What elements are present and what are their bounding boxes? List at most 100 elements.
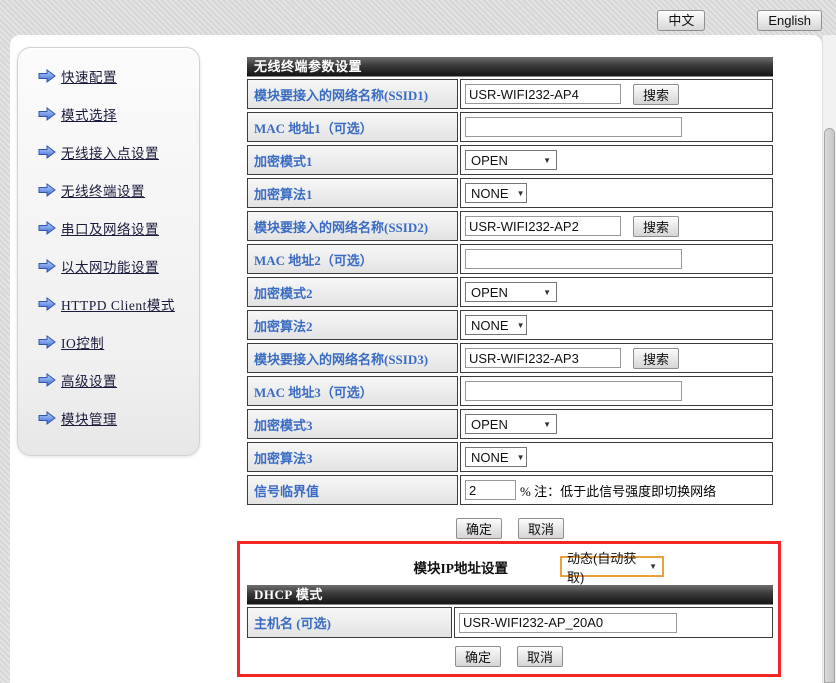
chevron-down-icon: ▼ <box>517 453 525 462</box>
encryption-algorithm-select[interactable]: NONE ▼ <box>465 183 527 203</box>
sidebar-item-link[interactable]: 无线终端设置 <box>61 180 145 200</box>
sidebar-item: 无线终端设置 <box>38 179 199 201</box>
row-label: 加密算法1 <box>247 178 458 208</box>
chinese-language-button[interactable]: 中文 <box>657 10 705 31</box>
nav-arrow-icon <box>38 221 56 235</box>
vertical-scrollbar[interactable] <box>822 35 836 683</box>
search-button[interactable]: 搜索 <box>633 348 679 369</box>
cancel-button[interactable]: 取消 <box>517 646 563 667</box>
mac-address-input[interactable] <box>465 249 682 269</box>
row-label: 加密算法2 <box>247 310 458 340</box>
row-label: 模块要接入的网络名称(SSID2) <box>247 211 458 241</box>
scrollbar-thumb[interactable] <box>824 128 835 683</box>
table-row: 主机名 (可选) <box>247 607 773 638</box>
ok-button[interactable]: 确定 <box>456 518 502 539</box>
table-row: 信号临界值% 注：低于此信号强度即切换网络 <box>247 475 773 505</box>
sidebar-item-link[interactable]: 串口及网络设置 <box>61 218 159 238</box>
sidebar-item-link[interactable]: 快速配置 <box>61 66 117 86</box>
row-value-cell: NONE▼ <box>460 310 773 340</box>
select-selected-value: NONE <box>471 186 509 201</box>
row-label: MAC 地址1（可选） <box>247 112 458 142</box>
chevron-down-icon: ▼ <box>543 420 551 429</box>
table-row: 模块要接入的网络名称(SSID1) 搜索 <box>247 79 773 109</box>
table-row: 加密模式1OPEN▼ <box>247 145 773 175</box>
nav-arrow-icon <box>38 373 56 387</box>
ssid-input[interactable] <box>465 216 621 236</box>
encryption-algorithm-select[interactable]: NONE▼ <box>465 315 527 335</box>
nav-arrow-icon <box>38 259 56 273</box>
settings-rows: 模块要接入的网络名称(SSID1) 搜索 MAC 地址1（可选）加密模式1OPEN▼… <box>247 79 773 505</box>
sidebar-item-link[interactable]: HTTPD Client模式 <box>61 294 175 314</box>
encryption-mode-select[interactable]: OPEN▼ <box>465 150 557 170</box>
row-value-cell: OPEN▼ <box>460 145 773 175</box>
encryption-mode-select[interactable]: OPEN▼ <box>465 414 557 434</box>
sidebar-item-link[interactable]: 模块管理 <box>61 408 117 428</box>
row-value-cell: 搜索 <box>460 211 773 241</box>
dhcp-table: DHCP 模式 主机名 (可选) <box>247 585 773 638</box>
nav-arrow-icon <box>38 145 56 159</box>
select-selected-value: OPEN <box>471 285 508 300</box>
sidebar-item-link[interactable]: IO控制 <box>61 332 104 352</box>
hostname-input[interactable] <box>459 613 677 633</box>
row-label: MAC 地址3（可选） <box>247 376 458 406</box>
nav-list: 快速配置模式选择无线接入点设置无线终端设置串口及网络设置以太网功能设置 HTTPD… <box>18 48 199 429</box>
mac-address-input[interactable] <box>465 381 682 401</box>
table-row: MAC 地址1（可选） <box>247 112 773 142</box>
select-selected-value: NONE <box>471 450 509 465</box>
language-bar: 中文 English <box>657 10 822 32</box>
sidebar-item-link[interactable]: 无线接入点设置 <box>61 142 159 162</box>
ip-mode-select[interactable]: 动态(自动获取) ▼ <box>560 556 664 577</box>
row-label: MAC 地址2（可选） <box>247 244 458 274</box>
row-label: 加密模式3 <box>247 409 458 439</box>
table-row: 模块要接入的网络名称(SSID2) 搜索 <box>247 211 773 241</box>
nav-arrow-icon <box>38 107 56 121</box>
sidebar-item: HTTPD Client模式 <box>38 293 199 315</box>
sidebar-item: 模式选择 <box>38 103 199 125</box>
row-value-cell: 搜索 <box>460 79 773 109</box>
signal-threshold-input[interactable] <box>465 480 516 500</box>
select-selected-value: OPEN <box>471 153 508 168</box>
search-button[interactable]: 搜索 <box>633 84 679 105</box>
search-button[interactable]: 搜索 <box>633 216 679 237</box>
row-value-cell: NONE ▼ <box>460 178 773 208</box>
nav-arrow-icon <box>38 183 56 197</box>
row-value-cell: OPEN▼ <box>460 409 773 439</box>
nav-arrow-icon <box>38 69 56 83</box>
sidebar-item: 串口及网络设置 <box>38 217 199 239</box>
chevron-down-icon: ▼ <box>517 189 525 198</box>
sidebar-item: 无线接入点设置 <box>38 141 199 163</box>
encryption-algorithm-select[interactable]: NONE ▼ <box>465 447 527 467</box>
table-row: 加密算法2 NONE▼ <box>247 310 773 340</box>
ok-button[interactable]: 确定 <box>455 646 501 667</box>
sidebar-item: 以太网功能设置 <box>38 255 199 277</box>
main-button-row: 确定 取消 <box>247 518 773 539</box>
hostname-value-cell <box>454 607 773 638</box>
row-label: 加密模式2 <box>247 277 458 307</box>
row-value-cell: NONE ▼ <box>460 442 773 472</box>
encryption-mode-select[interactable]: OPEN ▼ <box>465 282 557 302</box>
sidebar-item: 模块管理 <box>38 407 199 429</box>
table-row: 加密算法1 NONE ▼ <box>247 178 773 208</box>
sidebar-item-link[interactable]: 模式选择 <box>61 104 117 124</box>
sidebar-item-link[interactable]: 高级设置 <box>61 370 117 390</box>
cancel-button[interactable]: 取消 <box>518 518 564 539</box>
nav-arrow-icon <box>38 411 56 425</box>
row-value-cell: 搜索 <box>460 343 773 373</box>
table-title: 无线终端参数设置 <box>247 57 773 77</box>
signal-threshold-note: % 注：低于此信号强度即切换网络 <box>520 481 716 500</box>
sidebar-item-link[interactable]: 以太网功能设置 <box>61 256 159 276</box>
row-value-cell: % 注：低于此信号强度即切换网络 <box>460 475 773 505</box>
sidebar-item: 快速配置 <box>38 65 199 87</box>
ssid-input[interactable] <box>465 84 621 104</box>
english-language-button[interactable]: English <box>757 10 822 31</box>
navigation-sidebar: 快速配置模式选择无线接入点设置无线终端设置串口及网络设置以太网功能设置 HTTPD… <box>17 47 200 456</box>
table-row: MAC 地址3（可选） <box>247 376 773 406</box>
mac-address-input[interactable] <box>465 117 682 137</box>
ssid-input[interactable] <box>465 348 621 368</box>
row-value-cell: OPEN ▼ <box>460 277 773 307</box>
sidebar-item: IO控制 <box>38 331 199 353</box>
chevron-down-icon: ▼ <box>543 288 551 297</box>
wireless-sta-settings-section: 无线终端参数设置 模块要接入的网络名称(SSID1)搜索MAC 地址1（可选）加… <box>247 57 773 539</box>
row-label: 模块要接入的网络名称(SSID1) <box>247 79 458 109</box>
chevron-down-icon: ▼ <box>649 562 657 571</box>
